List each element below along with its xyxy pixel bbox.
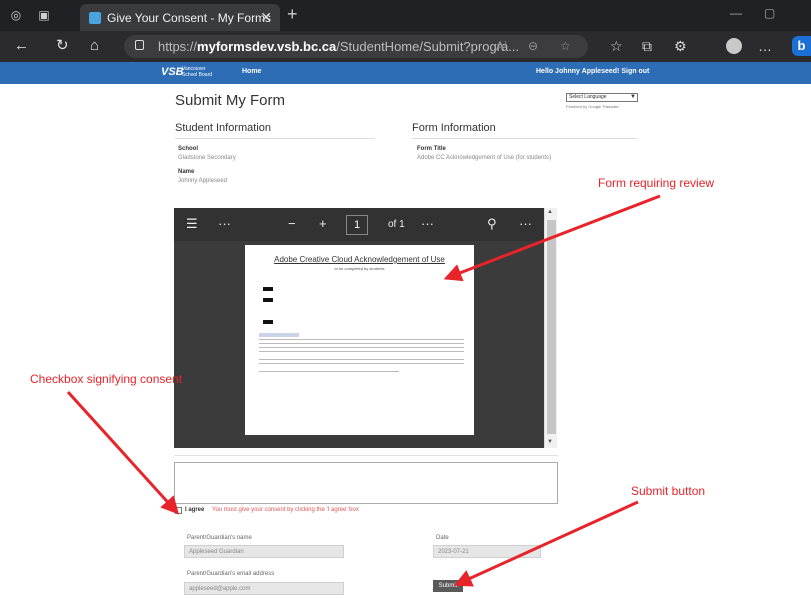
page-title: Submit My Form [175, 92, 286, 109]
guardian-email-input[interactable]: appleseed@apple.com [184, 582, 344, 595]
comments-textarea[interactable] [174, 462, 558, 504]
minimize-icon[interactable]: — [730, 6, 742, 20]
guardian-name-input[interactable]: Appleseed Guardian [184, 545, 344, 558]
tab-title: Give Your Consent - My Forms [107, 11, 272, 25]
date-input[interactable]: 2023-07-21 [433, 545, 541, 558]
submit-button[interactable]: Submit [433, 580, 463, 592]
page-number-input[interactable]: 1 [346, 215, 368, 235]
scroll-down-icon[interactable]: ▼ [547, 439, 553, 445]
workspaces-icon[interactable]: ◎ [9, 8, 23, 22]
site-logo[interactable]: VSB [161, 66, 184, 78]
read-aloud-icon[interactable]: A⁾ [496, 39, 507, 53]
browser-address-bar: ← ↻ ⌂ https://myformsdev.vsb.bc.ca/Stude… [0, 31, 811, 62]
pdf-toolbar: ☰ ··· − + 1 of 1 ··· ⚲ ··· [174, 208, 544, 241]
contents-icon[interactable]: ☰ [186, 217, 198, 231]
search-icon[interactable]: ⚲ [487, 217, 497, 231]
collections-icon[interactable]: ⧉ [642, 38, 652, 55]
date-label: Date [436, 535, 449, 541]
favorites-icon[interactable]: ☆ [610, 38, 623, 55]
more-tools-icon[interactable]: ··· [421, 217, 434, 231]
school-label: School [178, 146, 199, 152]
nav-home-link[interactable]: Home [242, 68, 261, 75]
translate-note: Powered by Google Translate [566, 104, 619, 109]
url-input[interactable]: https://myformsdev.vsb.bc.ca/StudentHome… [124, 35, 588, 58]
agree-error-message: You must give your consent by clicking t… [212, 507, 359, 513]
annotation-submit: Submit button [631, 484, 706, 498]
url-text: https://myformsdev.vsb.bc.ca/StudentHome… [158, 39, 520, 54]
arrow-submit [453, 500, 639, 587]
back-icon[interactable]: ← [14, 38, 29, 54]
student-info-divider [175, 138, 375, 139]
nav-greeting: Hello Johnny Appleseed! Sign out [536, 68, 650, 75]
more-icon[interactable]: ··· [218, 217, 231, 231]
annotation-form-review: Form requiring review [598, 176, 715, 190]
form-info-divider [412, 138, 637, 139]
agree-label[interactable]: I agree [185, 507, 204, 513]
doc-bullet [263, 287, 463, 292]
guardian-email-label: Parent/Guardian's email address [187, 571, 275, 577]
site-logo-subtitle: Vancouver School Board [182, 66, 213, 78]
browser-tab-bar: ◎ ▣ Give Your Consent - My Forms ✕ + — ▢ [0, 0, 811, 31]
doc-title: Adobe Creative Cloud Acknowledgement of … [274, 255, 445, 264]
doc-paragraph [259, 333, 299, 337]
pdf-viewer[interactable]: ☰ ··· − + 1 of 1 ··· ⚲ ··· Adobe Creativ… [174, 208, 544, 448]
zoom-in-icon[interactable]: + [319, 217, 327, 231]
school-value: Gladstone Secondary [178, 155, 236, 161]
tab-actions-icon[interactable]: ▣ [37, 8, 51, 22]
zoom-icon[interactable]: ⊖ [528, 39, 538, 53]
annotation-checkbox: Checkbox signifying consent [30, 372, 183, 386]
guardian-name-label: Parent/Guardian's name [187, 535, 252, 541]
browser-tab[interactable]: Give Your Consent - My Forms ✕ [80, 4, 280, 31]
doc-bullet [263, 298, 463, 303]
doc-paragraph [259, 371, 399, 375]
tab-favicon-icon [89, 12, 101, 24]
new-tab-icon[interactable]: + [287, 4, 298, 25]
extensions-icon[interactable]: ⚙ [674, 38, 687, 55]
language-select[interactable]: Select Language [566, 93, 638, 102]
scroll-up-icon[interactable]: ▲ [547, 209, 553, 215]
maximize-icon[interactable]: ▢ [764, 6, 775, 20]
doc-paragraph [259, 359, 464, 367]
page-count: of 1 [388, 219, 405, 230]
close-icon[interactable]: ✕ [260, 9, 272, 26]
form-title-label: Form Title [417, 146, 446, 152]
form-title-value: Adobe CC Acknowledgement of Use (for stu… [417, 155, 552, 161]
doc-subtitle: to be completed by students [334, 266, 385, 271]
name-value: Johnny Appleseed [178, 178, 228, 184]
more-icon[interactable]: … [758, 38, 772, 54]
sign-out-link[interactable]: Sign out [621, 68, 649, 75]
pdf-scrollbar[interactable]: ▲ ▼ [544, 208, 557, 448]
agree-checkbox[interactable] [175, 507, 182, 514]
student-info-heading: Student Information [175, 122, 272, 134]
site-nav: VSB Vancouver School Board Home Hello Jo… [0, 62, 811, 84]
form-info-heading: Form Information [412, 122, 496, 134]
scrollbar-thumb[interactable] [547, 220, 556, 434]
bing-icon[interactable]: b [792, 36, 811, 56]
favorite-icon[interactable]: ☆ [560, 39, 571, 53]
divider [174, 455, 558, 456]
refresh-icon[interactable]: ↻ [56, 38, 69, 54]
lock-icon[interactable] [135, 40, 144, 50]
home-icon[interactable]: ⌂ [90, 38, 99, 54]
name-label: Name [178, 169, 195, 175]
options-icon[interactable]: ··· [519, 217, 532, 231]
zoom-out-icon[interactable]: − [288, 217, 296, 231]
doc-paragraph [259, 339, 464, 355]
profile-icon[interactable] [726, 38, 742, 54]
arrow-checkbox [66, 390, 180, 515]
doc-bullet [263, 320, 463, 325]
pdf-page: Adobe Creative Cloud Acknowledgement of … [245, 245, 474, 435]
